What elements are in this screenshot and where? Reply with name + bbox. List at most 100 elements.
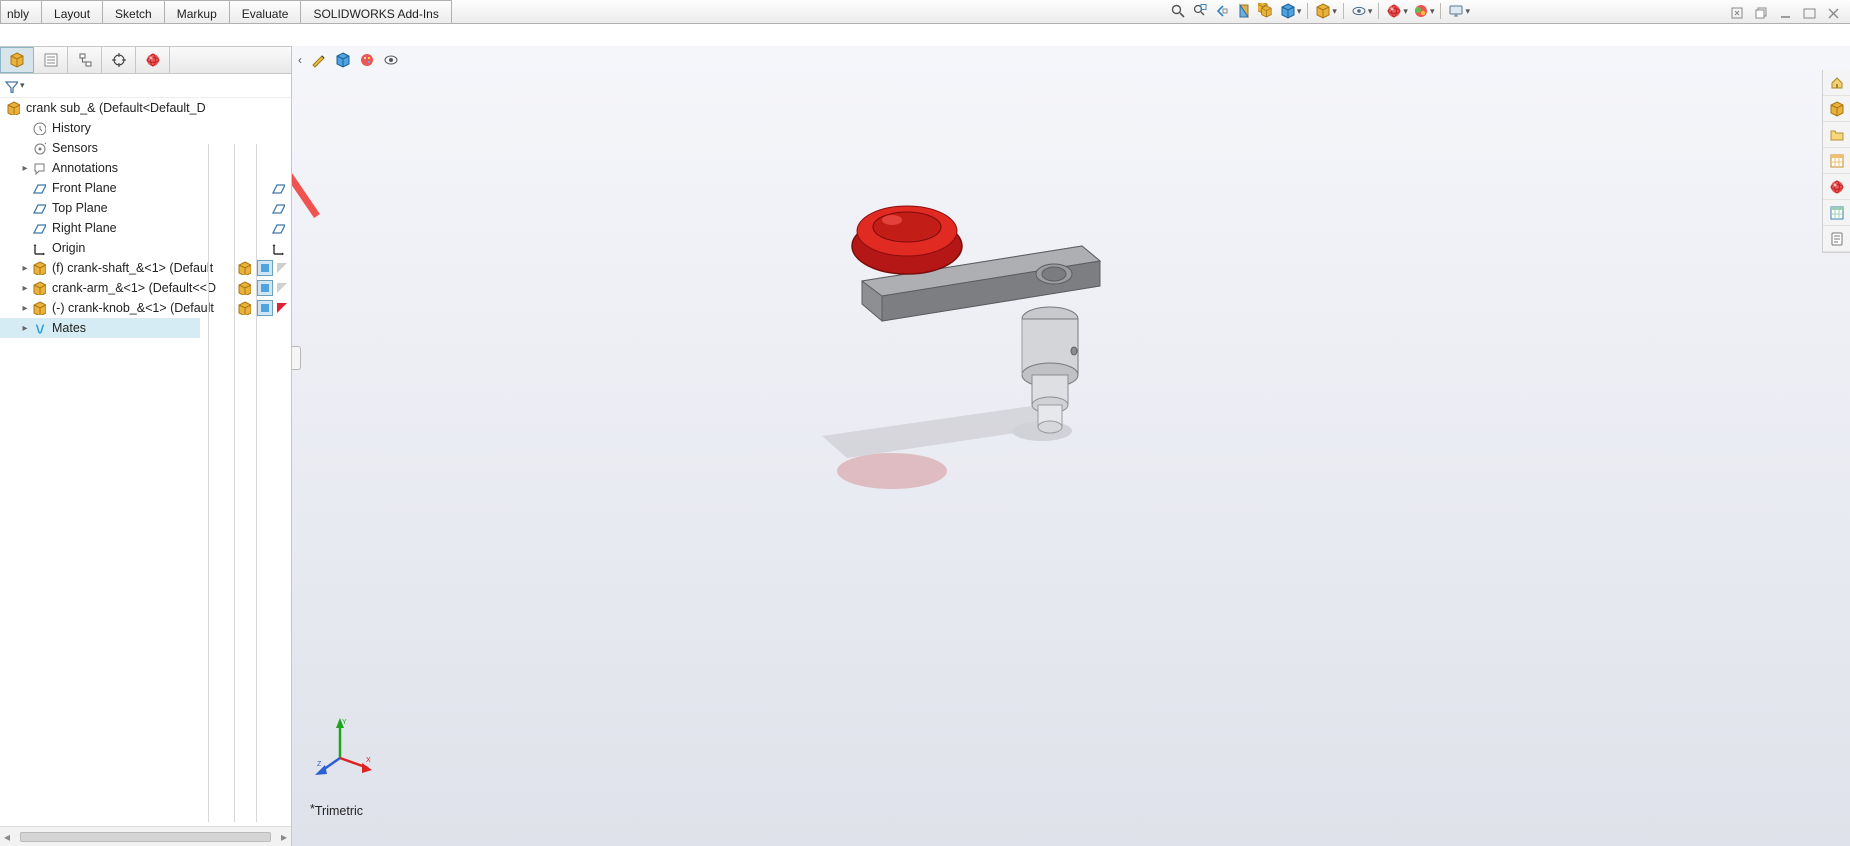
expander-icon[interactable]: ▸ <box>20 323 30 334</box>
display-state-chip[interactable] <box>257 260 273 276</box>
svg-text:Z: Z <box>317 761 322 768</box>
tree-origin[interactable]: ▸ Origin <box>0 238 291 258</box>
tree-label: Right Plane <box>52 221 117 235</box>
fm-tab-property-mgr[interactable] <box>34 47 68 73</box>
tab-addins[interactable]: SOLIDWORKS Add-Ins <box>300 0 451 23</box>
tree-part-shaft[interactable]: ▸ (f) crank-shaft_&<1> (Default <box>0 258 291 278</box>
tab-evaluate[interactable]: Evaluate <box>229 0 302 23</box>
fm-tab-display-mgr[interactable] <box>136 47 170 73</box>
dropdown-icon[interactable]: ▾ <box>1403 6 1408 17</box>
expander-icon[interactable]: ▸ <box>20 303 30 314</box>
tree-mates[interactable]: ▸ Mates <box>0 318 200 338</box>
tree-label: (f) crank-shaft_&<1> (Default <box>52 261 213 275</box>
view-palette-icon[interactable] <box>1823 148 1850 174</box>
tab-layout[interactable]: Layout <box>41 0 103 23</box>
dynamic-view-icon[interactable] <box>1257 2 1275 20</box>
fm-tab-feature-tree[interactable] <box>0 47 34 73</box>
appearance-flyout-icon[interactable] <box>358 51 376 69</box>
design-library-icon[interactable] <box>1823 96 1850 122</box>
fm-tab-dimxpert[interactable] <box>102 47 136 73</box>
tree-front-plane[interactable]: ▸ Front Plane <box>0 178 291 198</box>
tab-assembly-partial[interactable]: nbly <box>0 0 42 23</box>
graphics-area[interactable]: ‹ <box>292 46 1850 846</box>
dropdown-icon[interactable]: ▾ <box>1368 6 1373 17</box>
tree-root-label: crank sub_& (Default<Default_D <box>26 101 206 115</box>
zoom-to-area-icon[interactable] <box>1191 2 1209 20</box>
view-orientation-icon[interactable] <box>1279 2 1297 20</box>
scroll-right-icon[interactable]: ▸ <box>281 830 287 844</box>
appearance-callout-icon <box>277 283 287 293</box>
appearance-callout-icon <box>277 263 287 273</box>
tree-root[interactable]: crank sub_& (Default<Default_D <box>0 98 291 118</box>
window-controls <box>1728 4 1842 22</box>
model-display-icon[interactable] <box>334 51 352 69</box>
panel-splitter-handle[interactable] <box>292 346 301 370</box>
tree-label: Sensors <box>52 141 98 155</box>
tree-annotations[interactable]: ▸ Annotations <box>0 158 291 178</box>
tree-part-knob[interactable]: ▸ (-) crank-knob_&<1> (Default <box>0 298 291 318</box>
tree-label: Mates <box>52 321 86 335</box>
tree-top-plane[interactable]: ▸ Top Plane <box>0 198 291 218</box>
origin-icon <box>30 239 48 257</box>
sketch-tool-icon[interactable] <box>310 51 328 69</box>
expander-icon[interactable]: ▸ <box>20 283 30 294</box>
apply-scene-icon[interactable] <box>1412 2 1430 20</box>
dropdown-icon[interactable]: ▾ <box>1297 6 1302 17</box>
appearances-icon[interactable] <box>1823 174 1850 200</box>
part-icon <box>30 259 48 277</box>
part-icon <box>30 279 48 297</box>
tree-right-plane[interactable]: ▸ Right Plane <box>0 218 291 238</box>
display-state-chip[interactable] <box>257 280 273 296</box>
collapse-flyout-icon[interactable]: ‹ <box>298 53 302 67</box>
model-view[interactable] <box>702 176 1252 506</box>
origin-icon <box>269 239 287 257</box>
panel-scrollbar[interactable]: ◂ ▸ <box>0 826 291 846</box>
window-close-icon[interactable] <box>1824 4 1842 22</box>
zoom-to-fit-icon[interactable] <box>1169 2 1187 20</box>
tab-markup[interactable]: Markup <box>164 0 230 23</box>
plane-icon <box>30 199 48 217</box>
edit-appearance-icon[interactable] <box>1385 2 1403 20</box>
scroll-thumb[interactable] <box>20 832 271 842</box>
tab-sketch[interactable]: Sketch <box>102 0 165 23</box>
task-pane <box>1822 70 1850 253</box>
assembly-icon <box>4 99 22 117</box>
feature-manager-panel: ▾ crank sub_& (Default<Default_D ▸ Histo… <box>0 46 292 846</box>
expander-icon[interactable]: ▸ <box>20 263 30 274</box>
previous-view-icon[interactable] <box>1213 2 1231 20</box>
tree-label: History <box>52 121 91 135</box>
dropdown-icon[interactable]: ▾ <box>1465 6 1470 17</box>
window-minimize-icon[interactable] <box>1776 4 1794 22</box>
home-icon[interactable] <box>1823 70 1850 96</box>
fm-tab-config-mgr[interactable] <box>68 47 102 73</box>
forum-icon[interactable] <box>1823 226 1850 252</box>
display-state-chip[interactable] <box>257 300 273 316</box>
feature-tree: crank sub_& (Default<Default_D ▸ History… <box>0 98 291 338</box>
tree-label: Annotations <box>52 161 118 175</box>
window-restore-down-icon[interactable] <box>1752 4 1770 22</box>
tree-sensors[interactable]: ▸ Sensors <box>0 138 291 158</box>
window-maximize-icon[interactable] <box>1800 4 1818 22</box>
custom-props-icon[interactable] <box>1823 200 1850 226</box>
expander-icon[interactable]: ▸ <box>20 163 30 174</box>
svg-text:Y: Y <box>342 719 347 726</box>
tree-label: Front Plane <box>52 181 117 195</box>
tree-filter[interactable]: ▾ <box>0 74 291 98</box>
tree-history[interactable]: ▸ History <box>0 118 291 138</box>
section-view-icon[interactable] <box>1235 2 1253 20</box>
dropdown-icon[interactable]: ▾ <box>1430 6 1435 17</box>
visibility-flyout-icon[interactable] <box>382 51 400 69</box>
view-orientation-label: Trimetric <box>310 804 363 818</box>
window-collapse-icon[interactable] <box>1728 4 1746 22</box>
display-style-icon[interactable] <box>1314 2 1332 20</box>
part-icon <box>30 299 48 317</box>
dropdown-icon[interactable]: ▾ <box>1332 6 1337 17</box>
dropdown-icon[interactable]: ▾ <box>20 80 25 91</box>
tree-part-arm[interactable]: ▸ crank-arm_&<1> (Default<<D <box>0 278 291 298</box>
file-explorer-icon[interactable] <box>1823 122 1850 148</box>
scroll-left-icon[interactable]: ◂ <box>4 830 10 844</box>
annotations-icon <box>30 159 48 177</box>
orientation-triad[interactable]: Y X Z <box>312 716 372 776</box>
view-settings-icon[interactable] <box>1447 2 1465 20</box>
hide-show-items-icon[interactable] <box>1350 2 1368 20</box>
